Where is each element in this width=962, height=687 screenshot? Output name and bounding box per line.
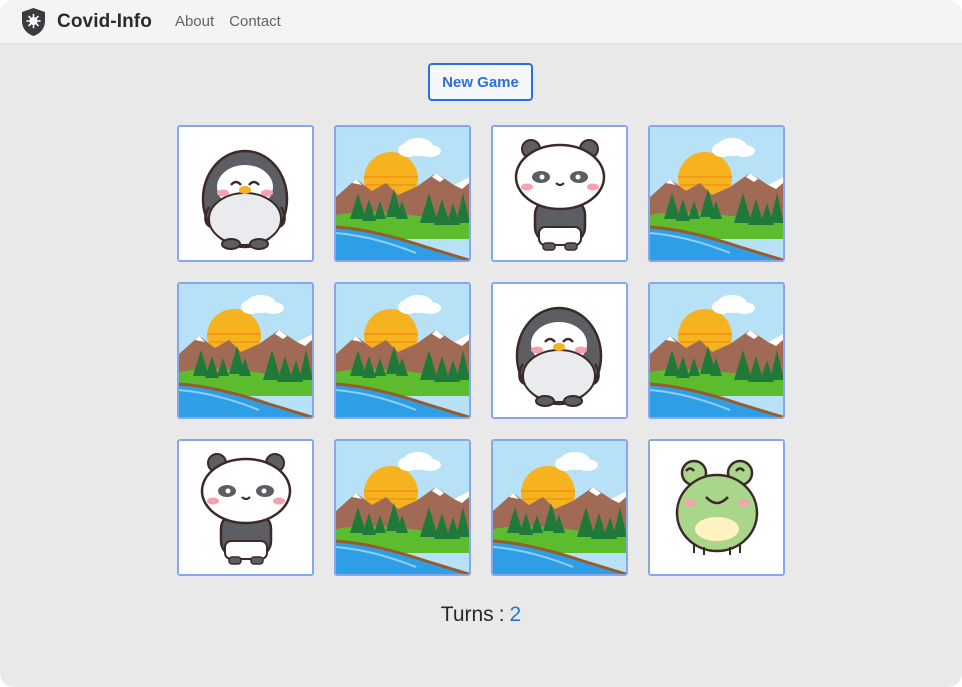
landscape-card-back-icon (179, 284, 312, 417)
navbar: Covid-Info About Contact (0, 0, 962, 44)
nav-link-about[interactable]: About (175, 13, 214, 30)
landscape-card-back-icon (336, 441, 469, 574)
new-game-button[interactable]: New Game (428, 63, 533, 101)
frog-icon (650, 441, 783, 574)
memory-card-3[interactable] (491, 125, 628, 262)
turns-label: Turns (440, 603, 494, 626)
memory-card-2[interactable] (334, 125, 471, 262)
memory-card-5[interactable] (177, 282, 314, 419)
landscape-card-back-icon (336, 127, 469, 260)
brand-link[interactable]: Covid-Info (20, 7, 152, 37)
memory-card-6[interactable] (334, 282, 471, 419)
landscape-card-back-icon (650, 284, 783, 417)
turns-counter: Turns:2 (0, 603, 962, 627)
card-grid (177, 125, 785, 576)
nav-link-contact[interactable]: Contact (229, 13, 281, 30)
memory-card-8[interactable] (648, 282, 785, 419)
landscape-card-back-icon (493, 441, 626, 574)
landscape-card-back-icon (650, 127, 783, 260)
app-window: Covid-Info About Contact New Game Turns … (0, 0, 962, 687)
penguin-icon (493, 284, 626, 417)
turns-separator: : (498, 603, 505, 626)
landscape-card-back-icon (336, 284, 469, 417)
turns-value: 2 (509, 603, 522, 626)
panda-icon (179, 441, 312, 574)
memory-card-10[interactable] (334, 439, 471, 576)
memory-card-11[interactable] (491, 439, 628, 576)
brand-name: Covid-Info (57, 10, 152, 32)
virus-shield-icon (22, 7, 45, 36)
memory-card-12[interactable] (648, 439, 785, 576)
memory-card-9[interactable] (177, 439, 314, 576)
panda-icon (493, 127, 626, 260)
penguin-icon (179, 127, 312, 260)
memory-card-7[interactable] (491, 282, 628, 419)
memory-card-4[interactable] (648, 125, 785, 262)
memory-card-1[interactable] (177, 125, 314, 262)
